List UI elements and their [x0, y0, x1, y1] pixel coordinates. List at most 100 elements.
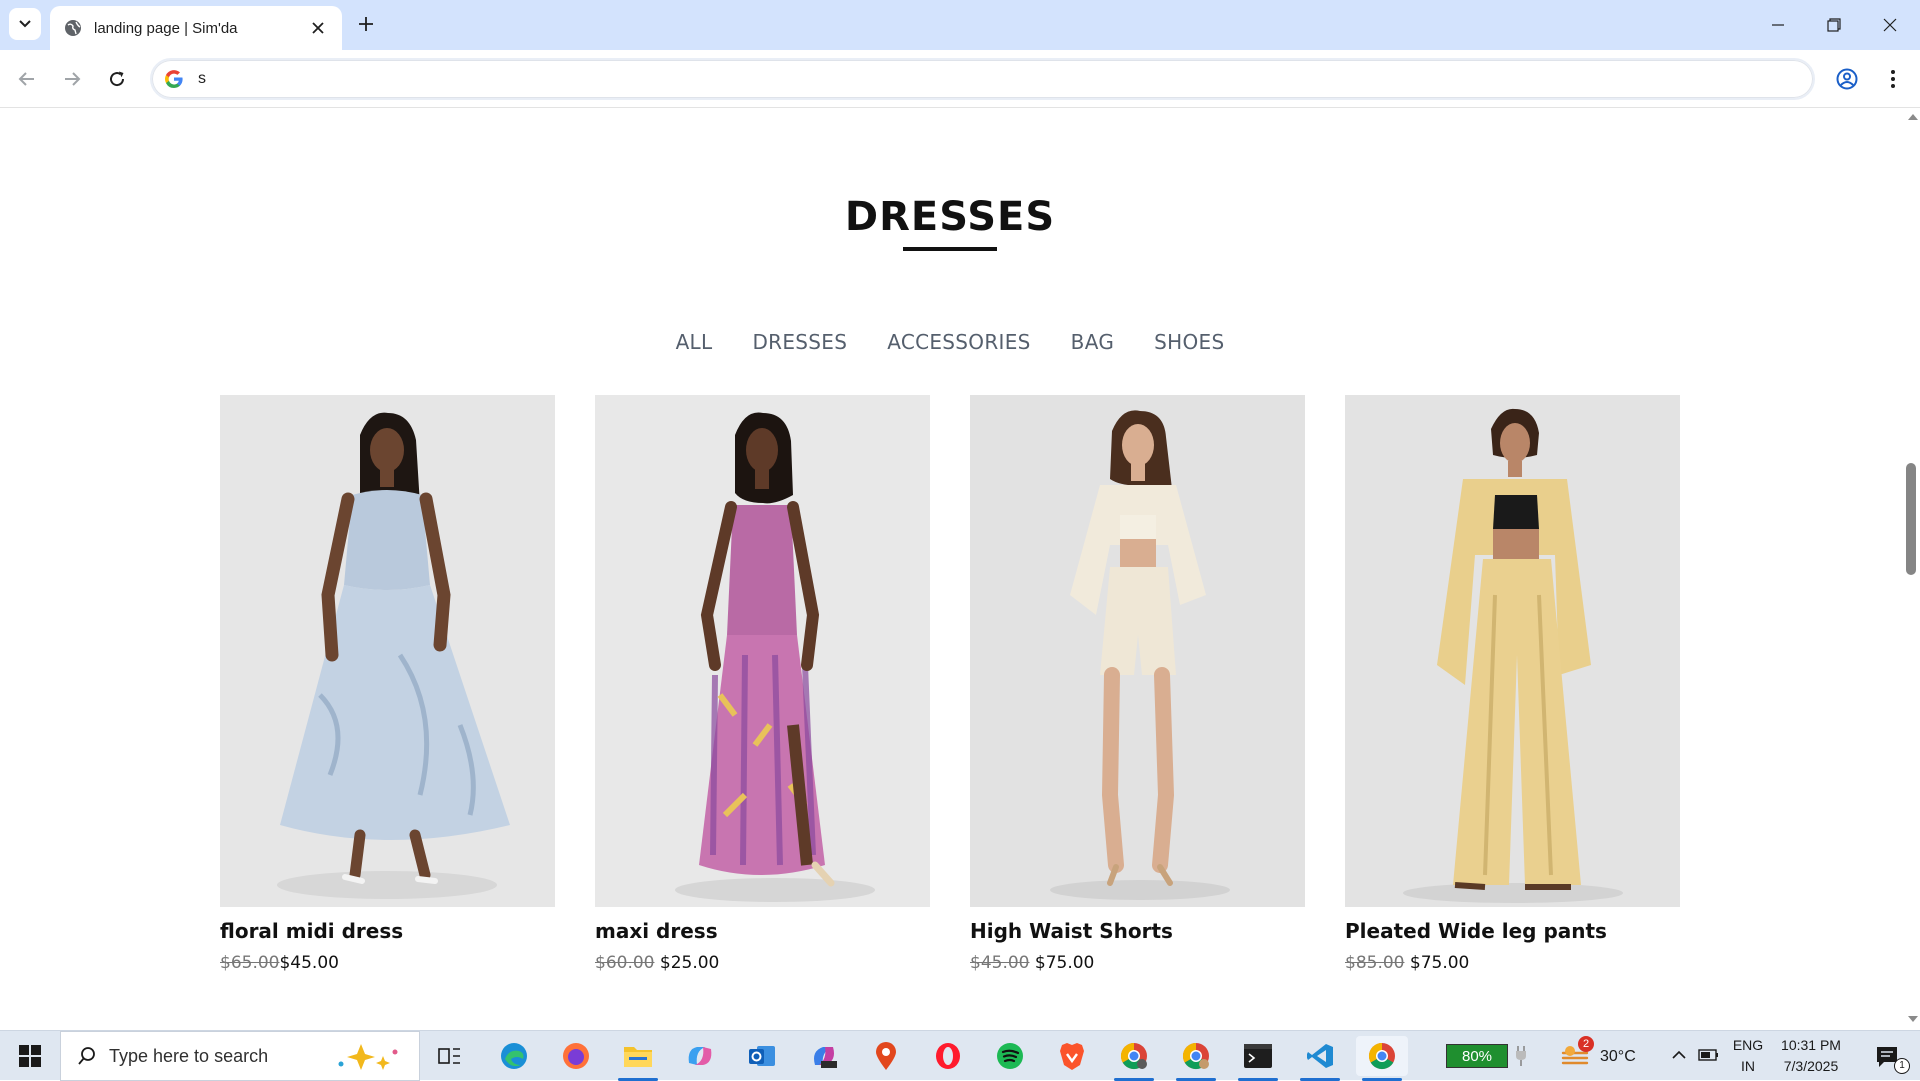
taskbar-search[interactable]: Type here to search	[60, 1031, 420, 1081]
category-filters: ALL DRESSES ACCESSORIES BAG SHOES	[0, 330, 1900, 354]
original-price: $65.00	[220, 953, 280, 973]
product-card[interactable]: floral midi dress $65.00$45.00	[220, 395, 555, 973]
arrow-right-icon	[65, 72, 81, 86]
restore-button[interactable]	[1806, 0, 1862, 50]
system-clock[interactable]: 10:31 PM 7/3/2025	[1768, 1035, 1854, 1077]
product-price: $85.00 $75.00	[1345, 953, 1680, 973]
product-price: $45.00 $75.00	[970, 953, 1305, 973]
scrollbar-thumb[interactable]	[1906, 463, 1916, 575]
product-price: $65.00$45.00	[220, 953, 555, 973]
tab-search-button[interactable]	[9, 8, 41, 40]
taskbar-maps[interactable]	[860, 1036, 912, 1076]
taskbar-firefox[interactable]	[550, 1036, 602, 1076]
taskbar-task-view[interactable]	[424, 1036, 476, 1076]
weather-widget[interactable]: 2 30°C	[1560, 1036, 1650, 1073]
language-code: ENG	[1732, 1037, 1764, 1053]
new-tab-button[interactable]	[352, 10, 380, 38]
close-window-button[interactable]	[1862, 0, 1918, 50]
copilot-icon	[688, 1047, 712, 1065]
product-price: $60.00 $25.00	[595, 953, 930, 973]
minimize-button[interactable]	[1750, 0, 1806, 50]
address-input[interactable]	[198, 70, 1698, 88]
product-image[interactable]	[970, 395, 1305, 907]
taskbar-outlook[interactable]	[736, 1036, 788, 1076]
taskbar-chrome-profile-1[interactable]	[1108, 1036, 1160, 1081]
search-placeholder: Type here to search	[109, 1045, 269, 1066]
profile-button[interactable]	[1830, 62, 1864, 96]
product-name[interactable]: Pleated Wide leg pants	[1345, 919, 1680, 943]
scroll-down-arrow[interactable]	[1908, 1016, 1918, 1022]
taskbar-brave[interactable]	[1046, 1036, 1098, 1076]
product-name[interactable]: maxi dress	[595, 919, 930, 943]
more-vertical-icon	[1891, 70, 1895, 88]
browser-menu-button[interactable]	[1876, 62, 1910, 96]
tab-close-button[interactable]	[308, 18, 328, 38]
account-icon	[1836, 68, 1858, 90]
filter-dresses[interactable]: DRESSES	[752, 330, 847, 354]
original-price: $60.00	[595, 953, 655, 973]
taskbar-file-explorer[interactable]	[612, 1036, 664, 1081]
plus-icon	[359, 17, 373, 31]
product-name[interactable]: High Waist Shorts	[970, 919, 1305, 943]
battery-tray-icon[interactable]	[1698, 1047, 1720, 1063]
taskbar-terminal[interactable]	[1232, 1036, 1284, 1081]
taskbar-chrome-profile-2[interactable]	[1170, 1036, 1222, 1081]
filter-shoes[interactable]: SHOES	[1154, 330, 1224, 354]
taskbar-chrome-active[interactable]	[1356, 1036, 1408, 1081]
microsoft-365-icon	[814, 1047, 837, 1068]
scroll-up-arrow[interactable]	[1908, 114, 1918, 120]
taskbar-m365[interactable]	[798, 1036, 850, 1076]
filter-all[interactable]: ALL	[676, 330, 713, 354]
filter-bag[interactable]: BAG	[1071, 330, 1114, 354]
sale-price: $75.00	[1409, 953, 1470, 973]
sale-price: $45.00	[279, 953, 339, 973]
browser-tabstrip: landing page | Sim'da	[0, 0, 1920, 50]
clock-date: 7/3/2025	[1783, 1058, 1839, 1074]
temperature: 30°C	[1600, 1048, 1636, 1065]
chrome-icon	[1182, 1042, 1209, 1070]
search-icon	[78, 1047, 95, 1065]
chevron-up-icon[interactable]	[1671, 1048, 1687, 1062]
chrome-icon	[1120, 1042, 1147, 1070]
reload-button[interactable]	[100, 62, 134, 96]
sale-price: $75.00	[1034, 953, 1095, 973]
input-language[interactable]: ENG IN	[1728, 1035, 1768, 1077]
product-image[interactable]	[1345, 395, 1680, 907]
product-image[interactable]	[595, 395, 930, 907]
product-image[interactable]	[220, 395, 555, 907]
back-button[interactable]	[10, 62, 44, 96]
taskbar-spotify[interactable]	[984, 1036, 1036, 1076]
product-card[interactable]: Pleated Wide leg pants $85.00 $75.00	[1345, 395, 1680, 973]
filter-accessories[interactable]: ACCESSORIES	[887, 330, 1030, 354]
product-card[interactable]: High Waist Shorts $45.00 $75.00	[970, 395, 1305, 973]
section-title: DRESSES	[844, 194, 1056, 240]
task-view-icon	[438, 1048, 460, 1064]
terminal-icon	[1244, 1044, 1272, 1068]
product-card[interactable]: maxi dress $60.00 $25.00	[595, 395, 930, 973]
reload-icon	[110, 71, 125, 87]
forward-button[interactable]	[55, 62, 89, 96]
original-price: $85.00	[1345, 953, 1405, 973]
battery-indicator[interactable]: 80%	[1446, 1044, 1508, 1068]
notification-center-button[interactable]: 1	[1866, 1040, 1910, 1074]
edge-icon	[501, 1043, 527, 1069]
region-code: IN	[1741, 1058, 1755, 1074]
browser-tab-active[interactable]: landing page | Sim'da	[50, 6, 342, 50]
title-underline	[903, 247, 997, 251]
start-button[interactable]	[0, 1031, 60, 1081]
chrome-icon	[1368, 1042, 1395, 1070]
minimize-icon	[1772, 24, 1784, 26]
close-icon	[1883, 18, 1897, 32]
taskbar-edge[interactable]	[488, 1036, 540, 1076]
taskbar-copilot[interactable]	[674, 1036, 726, 1076]
taskbar-vscode[interactable]	[1294, 1036, 1346, 1081]
taskbar-opera[interactable]	[922, 1036, 974, 1076]
windows-icon	[19, 1045, 41, 1067]
firefox-icon	[563, 1043, 589, 1069]
globe-icon	[65, 20, 81, 36]
outlook-icon	[749, 1046, 775, 1066]
sale-price: $25.00	[659, 953, 720, 973]
original-price: $45.00	[970, 953, 1030, 973]
address-bar[interactable]	[150, 58, 1815, 100]
product-name[interactable]: floral midi dress	[220, 919, 555, 943]
